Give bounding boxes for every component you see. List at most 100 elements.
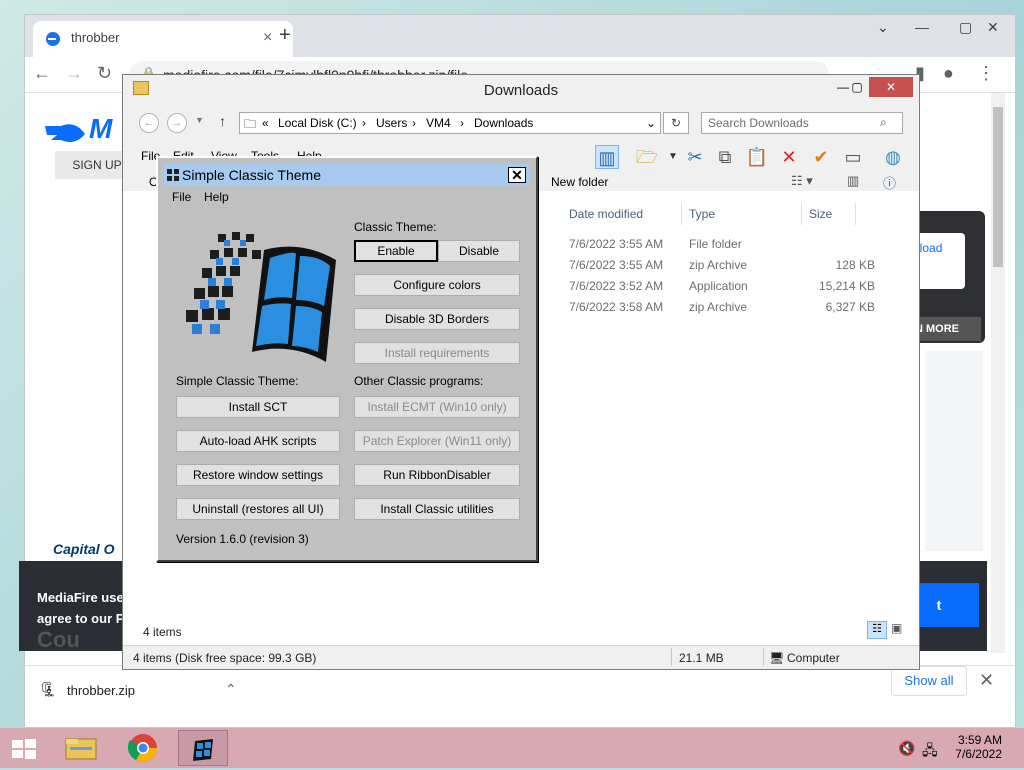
close-icon[interactable]: ✕ <box>869 77 913 97</box>
zip-file-icon: 🗜 <box>39 681 57 697</box>
search-icon[interactable]: ⌕ <box>880 115 887 130</box>
explorer-title: Downloads <box>483 82 559 99</box>
checkmark-icon[interactable]: ✔ <box>809 145 833 169</box>
maximize-icon[interactable]: ▢ <box>959 19 972 36</box>
row-type: zip Archive <box>689 258 748 272</box>
help-icon[interactable]: ⓘ <box>883 173 896 192</box>
enable-button[interactable]: Enable <box>354 240 438 262</box>
row-type: Application <box>689 279 748 293</box>
menu-icon[interactable]: ⋮ <box>977 63 995 84</box>
sct-menu-file[interactable]: File <box>172 190 191 204</box>
logo-text: M <box>89 113 113 144</box>
status-disk-space: 4 items (Disk free space: 99.3 GB) <box>133 651 317 665</box>
volume-muted-icon[interactable]: 🔇 <box>898 740 915 757</box>
crumb-local-disk[interactable]: Local Disk (C:) <box>278 116 357 130</box>
row-date: 7/6/2022 3:58 AM <box>569 300 664 314</box>
crumb-vm4[interactable]: VM4 <box>426 116 451 130</box>
delete-icon[interactable]: ✕ <box>777 145 801 169</box>
patch-explorer-button[interactable]: Patch Explorer (Win11 only) <box>354 430 520 452</box>
sct-close-icon[interactable]: ✕ <box>508 167 526 183</box>
start-windows-icon[interactable] <box>10 738 38 760</box>
chevron-down-icon[interactable]: ⌄ <box>646 116 656 130</box>
close-icon[interactable]: ✕ <box>987 19 999 36</box>
maximize-icon[interactable]: ▢ <box>843 77 871 97</box>
disable-3d-borders-button[interactable]: Disable 3D Borders <box>354 308 520 330</box>
autoload-ahk-button[interactable]: Auto-load AHK scripts <box>176 430 340 452</box>
crumb-sep-icon[interactable]: › <box>362 116 366 130</box>
reload-icon[interactable]: ↻ <box>97 63 112 84</box>
new-folder-button[interactable]: New folder <box>551 175 608 189</box>
column-date-modified[interactable]: Date modified <box>569 207 643 221</box>
recent-dropdown-icon[interactable]: ▼ <box>195 115 204 125</box>
dropdown-icon[interactable]: ▼ <box>661 145 685 169</box>
copy-icon[interactable]: ⧉ <box>713 145 737 169</box>
forward-icon[interactable]: → <box>65 63 83 84</box>
paste-icon[interactable]: 📋 <box>745 145 769 169</box>
sct-menu-help[interactable]: Help <box>204 190 229 204</box>
install-ecmt-button[interactable]: Install ECMT (Win10 only) <box>354 396 520 418</box>
configure-colors-button[interactable]: Configure colors <box>354 274 520 296</box>
mediafire-flame-icon <box>45 123 85 142</box>
crumb-users[interactable]: Users <box>376 116 407 130</box>
download-item[interactable]: 🗜 throbber.zip ⌃ <box>39 674 249 710</box>
crumb-sep-icon[interactable]: › <box>460 116 464 130</box>
other-programs-label: Other Classic programs: <box>354 374 484 388</box>
consent-text: MediaFire use agree to our P Cou <box>37 587 124 651</box>
properties-icon[interactable]: ▭ <box>841 145 865 169</box>
taskbar-file-explorer[interactable] <box>56 730 106 766</box>
windows-classic-icon <box>193 739 213 761</box>
system-clock[interactable]: 3:59 AM 7/6/2022 <box>954 733 1002 761</box>
explorer-titlebar: Downloads — ▢ ✕ <box>123 75 919 105</box>
network-icon[interactable]: 🖧 <box>922 740 938 764</box>
forward-icon[interactable]: → <box>167 113 187 133</box>
column-separator <box>681 203 682 225</box>
explorer-search-input[interactable]: Search Downloads ⌕ <box>701 112 903 134</box>
taskbar-sct[interactable] <box>178 730 228 766</box>
tab-search-icon[interactable]: ⌄ <box>877 19 889 36</box>
side-panel <box>925 351 983 551</box>
taskbar-chrome[interactable] <box>118 730 168 766</box>
large-icons-view-icon[interactable]: ▣ <box>891 621 902 635</box>
row-type: zip Archive <box>689 300 748 314</box>
uninstall-button[interactable]: Uninstall (restores all UI) <box>176 498 340 520</box>
show-all-button[interactable]: Show all <box>891 666 967 696</box>
consent-line-1: MediaFire use <box>37 590 124 605</box>
crumb-sep-icon[interactable]: › <box>412 116 416 130</box>
install-requirements-button[interactable]: Install requirements <box>354 342 520 364</box>
navigation-pane[interactable] <box>123 191 147 639</box>
tab-title: throbber <box>71 30 120 45</box>
preview-pane-icon[interactable]: ▥ <box>595 145 619 169</box>
mediafire-logo[interactable]: M <box>43 113 112 145</box>
back-icon[interactable]: ← <box>33 63 51 84</box>
profile-icon[interactable]: ● <box>943 63 954 84</box>
capital-one-ad[interactable]: Capital O <box>53 541 114 557</box>
run-ribbon-disabler-button[interactable]: Run RibbonDisabler <box>354 464 520 486</box>
scrollbar-thumb[interactable] <box>993 107 1003 267</box>
back-icon[interactable]: ← <box>139 113 159 133</box>
minimize-icon[interactable]: — <box>915 19 929 35</box>
column-type[interactable]: Type <box>689 207 715 221</box>
cut-icon[interactable]: ✂ <box>683 145 707 169</box>
column-size[interactable]: Size <box>809 207 832 221</box>
details-view-icon[interactable]: ☷ <box>867 621 887 639</box>
folder-options-icon[interactable]: 🗁 <box>635 145 659 169</box>
refresh-icon[interactable]: ↻ <box>663 112 689 134</box>
file-explorer-icon <box>65 738 97 760</box>
globe-icon[interactable]: ◍ <box>881 145 905 169</box>
tab-close-icon[interactable]: × <box>263 29 272 47</box>
disable-button[interactable]: Disable <box>438 240 520 262</box>
restore-window-settings-button[interactable]: Restore window settings <box>176 464 340 486</box>
clock-time: 3:59 AM <box>957 733 1002 747</box>
new-tab-icon[interactable]: + <box>279 24 291 47</box>
download-bar-close-icon[interactable]: ✕ <box>979 670 994 691</box>
install-sct-button[interactable]: Install SCT <box>176 396 340 418</box>
chevron-up-icon[interactable]: ⌃ <box>225 681 237 698</box>
explorer-address-bar[interactable]: 🗀 « Local Disk (C:) › Users › VM4 › Down… <box>239 112 661 134</box>
install-classic-utilities-button[interactable]: Install Classic utilities <box>354 498 520 520</box>
view-options-icon[interactable]: ☷ ▾ <box>791 173 813 189</box>
browser-tab[interactable]: throbber × <box>33 21 293 57</box>
preview-toggle-icon[interactable]: ▥ <box>847 173 859 189</box>
up-icon[interactable]: ↑ <box>219 113 226 129</box>
crumb-downloads[interactable]: Downloads <box>474 116 533 130</box>
crumb-overflow[interactable]: « <box>262 116 269 130</box>
